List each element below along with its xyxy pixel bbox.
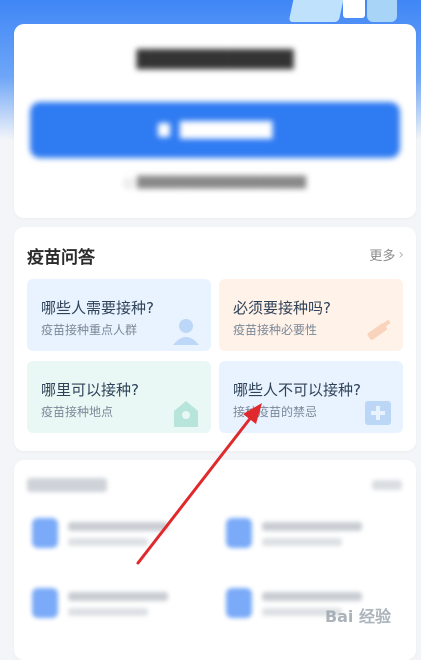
services-more-blurred[interactable] [372, 480, 402, 490]
appointment-title: ████████████ [136, 50, 294, 70]
vaccine-icon [226, 588, 252, 618]
more-label: 更多 [369, 249, 396, 264]
appointment-button-label: ████████ [179, 121, 273, 139]
shield-icon [32, 518, 58, 548]
document-icon [226, 518, 252, 548]
tile-subtitle: 疫苗接种重点人群 [41, 323, 138, 337]
services-card [14, 460, 416, 660]
qa-tile-who-needs[interactable]: 哪些人需要接种? 疫苗接种重点人群 [27, 279, 211, 351]
decorative-graphic [288, 0, 401, 22]
tile-subtitle: 接种疫苗的禁忌 [233, 405, 318, 419]
tile-title: 哪些人不可以接种? [233, 381, 361, 399]
medical-plus-icon [365, 401, 391, 425]
tile-subtitle: 疫苗接种必要性 [233, 323, 318, 337]
vaccine-qa-card: 疫苗问答 更多 › 哪些人需要接种? 疫苗接种重点人群 必须要接种吗? 疫苗接种… [14, 227, 416, 451]
more-link[interactable]: 更多 › [369, 245, 404, 265]
service-item[interactable] [32, 514, 202, 554]
service-item[interactable] [226, 514, 396, 554]
section-title: 疫苗问答 [27, 248, 95, 268]
person-icon [173, 319, 199, 345]
tile-title: 必须要接种吗? [233, 299, 331, 317]
appointment-note: ○ ████████████████████ [123, 176, 307, 189]
location-icon [174, 401, 198, 427]
watermark: Bai 经验 [324, 607, 391, 626]
chevron-right-icon: › [398, 246, 404, 263]
appointment-card: ████████████ ████████ ○ ████████████████… [14, 24, 416, 218]
appointment-button[interactable]: ████████ [30, 102, 400, 158]
qa-tile-must-vaccinate[interactable]: 必须要接种吗? 疫苗接种必要性 [219, 279, 403, 351]
services-title-blurred [27, 478, 107, 492]
tile-title: 哪里可以接种? [41, 381, 139, 399]
qa-tile-where[interactable]: 哪里可以接种? 疫苗接种地点 [27, 361, 211, 433]
syringe-icon [367, 319, 391, 340]
tile-title: 哪些人需要接种? [41, 299, 154, 317]
tile-subtitle: 疫苗接种地点 [41, 405, 114, 419]
file-icon [32, 588, 58, 618]
qa-tile-who-cannot[interactable]: 哪些人不可以接种? 接种疫苗的禁忌 [219, 361, 403, 433]
service-item[interactable] [32, 584, 202, 624]
calendar-icon [157, 123, 170, 137]
